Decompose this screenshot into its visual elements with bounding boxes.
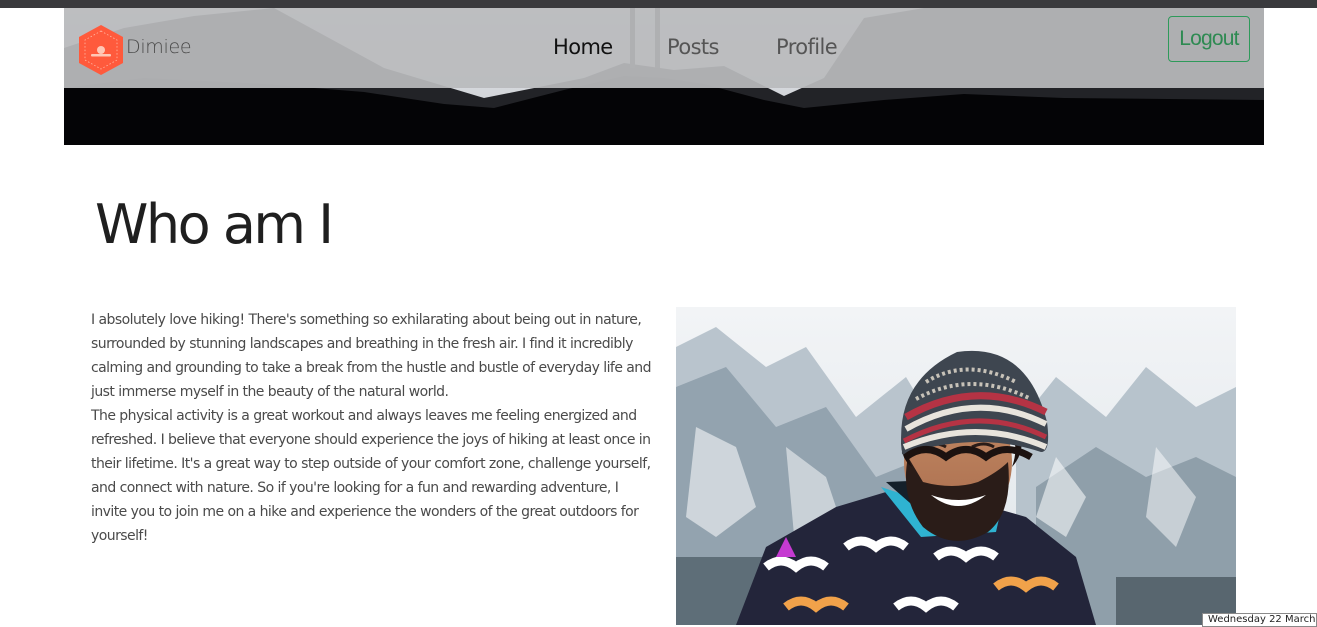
nav-link-profile[interactable]: Profile [776, 35, 838, 59]
brand-name[interactable]: Dimiee [126, 36, 192, 58]
logo-icon[interactable] [76, 24, 126, 76]
hiker-photo [676, 307, 1236, 625]
nav-link-posts[interactable]: Posts [667, 35, 719, 59]
logout-button[interactable]: Logout [1168, 16, 1250, 62]
nav-link-home[interactable]: Home [553, 35, 613, 59]
about-paragraph: I absolutely love hiking! There's someth… [91, 312, 652, 400]
about-text: I absolutely love hiking! There's someth… [91, 308, 657, 548]
page-title: Who am I [95, 193, 334, 256]
browser-top-strip [0, 0, 1317, 8]
about-paragraph: The physical activity is a great workout… [91, 408, 651, 544]
hero-header: Dimiee Home Posts Profile Logout [64, 8, 1264, 145]
top-navbar: Dimiee Home Posts Profile Logout [64, 8, 1264, 88]
